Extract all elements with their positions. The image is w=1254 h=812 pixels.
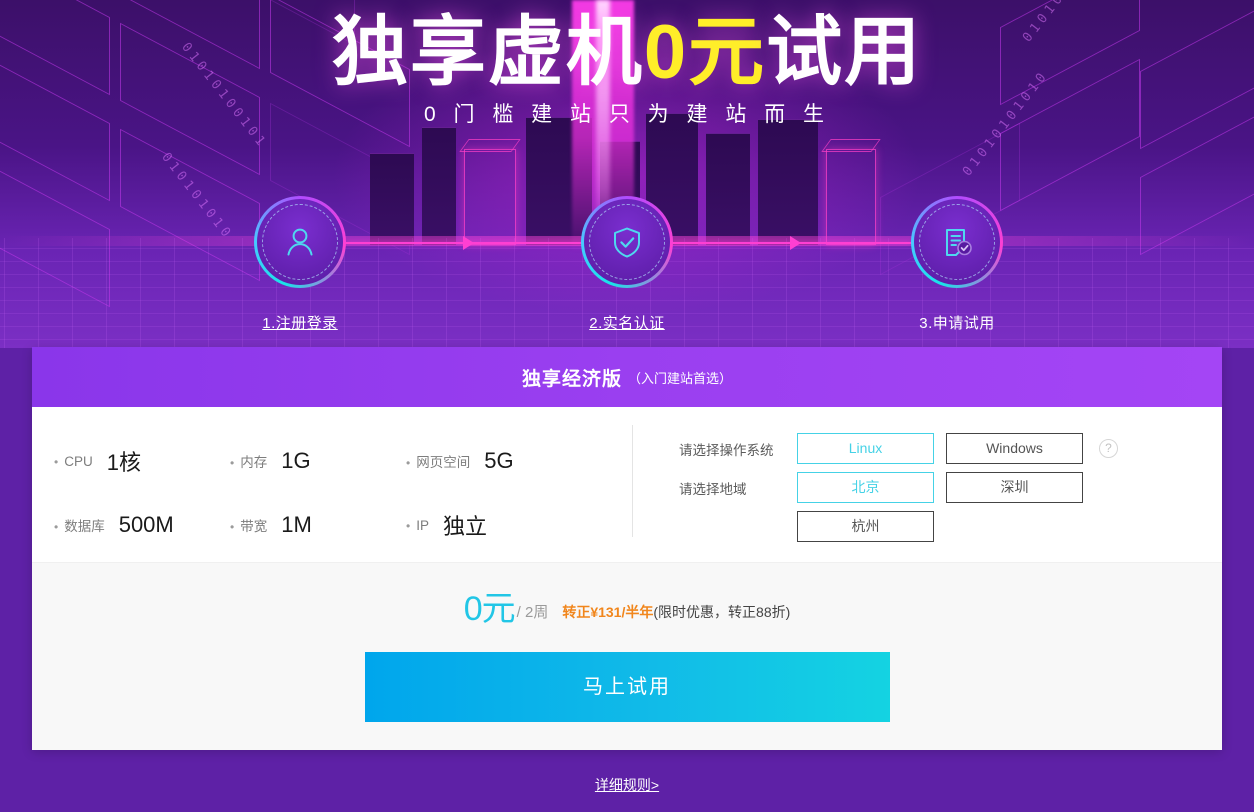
- trial-landing-page: 01010100101 010101010 0101001010 0101010…: [0, 0, 1254, 812]
- apply-trial-button[interactable]: 马上试用: [364, 652, 890, 722]
- spec-value: 1G: [281, 448, 311, 473]
- spec-item-webspace: 网页空间 5G: [406, 429, 582, 493]
- price-line: 0元/ 2周 转正¥131/半年(限时优惠，转正88折): [32, 581, 1222, 630]
- step-apply-trial[interactable]: 3.申请试用: [862, 196, 1052, 333]
- plan-name: 独享经济版: [521, 368, 622, 390]
- card-header: 独享经济版 （入门建站首选）: [32, 347, 1222, 407]
- spec-key: 网页空间: [406, 451, 470, 471]
- step-arrow-icon: [790, 236, 801, 250]
- spec-value: 独立: [442, 514, 487, 539]
- spec-value: 5G: [484, 448, 514, 473]
- spec-key: CPU: [54, 454, 93, 469]
- step-register-login[interactable]: 1.注册登录: [205, 196, 395, 333]
- price-amount: 0元: [463, 590, 516, 628]
- os-option-windows[interactable]: Windows: [946, 433, 1083, 464]
- step-real-name-auth[interactable]: 2.实名认证: [532, 196, 722, 333]
- spec-item-ip: IP 独立: [406, 493, 582, 557]
- spec-key: 数据库: [54, 515, 105, 535]
- user-icon: [287, 228, 313, 256]
- region-selector-label: 请选择地域: [679, 481, 747, 497]
- price-period: / 2周: [516, 604, 549, 621]
- region-selector-row: 请选择地域 北京 深圳: [679, 472, 1222, 503]
- document-check-icon: [946, 229, 972, 256]
- page-subtitle: 0 门 槛 建 站 只 为 建 站 而 生: [423, 103, 831, 126]
- step-ring: [581, 196, 673, 288]
- price-renew: 转正¥131/半年: [562, 604, 654, 620]
- spec-value: 1M: [281, 512, 312, 537]
- help-icon[interactable]: ?: [1099, 439, 1118, 458]
- spec-key: 内存: [230, 451, 267, 471]
- page-title-highlight: 0元: [643, 10, 767, 95]
- step-arrow-icon: [463, 236, 474, 250]
- hero-banner: 01010100101 010101010 0101001010 0101010…: [0, 0, 1254, 348]
- step-label[interactable]: 1.注册登录: [205, 312, 395, 333]
- spec-key: IP: [406, 518, 429, 533]
- detail-rules-link[interactable]: 详细规则>: [595, 777, 659, 793]
- product-card: 独享经济版 （入门建站首选） CPU 1核 内存 1G 网页空间 5G 数据库: [32, 347, 1222, 750]
- os-selector-row: 请选择操作系统 Linux Windows ?: [679, 433, 1222, 464]
- step-ring: [911, 196, 1003, 288]
- page-title-pre: 独享虚机: [331, 10, 644, 95]
- card-body: CPU 1核 内存 1G 网页空间 5G 数据库 500M 带宽 1M: [32, 407, 1222, 562]
- region-option-beijing[interactable]: 北京: [797, 472, 934, 503]
- options-panel: 请选择操作系统 Linux Windows ? 请选择地域 北京 深圳 杭州: [633, 407, 1222, 562]
- spec-value: 500M: [118, 512, 174, 537]
- spec-item-memory: 内存 1G: [230, 429, 406, 493]
- page-title: 独享虚机0元试用: [0, 10, 1254, 96]
- page-title-post: 试用: [766, 10, 923, 95]
- spec-item-database: 数据库 500M: [54, 493, 230, 557]
- spec-value: 1核: [106, 450, 141, 475]
- region-selector-row-2: 杭州: [797, 511, 1222, 542]
- spec-item-cpu: CPU 1核: [54, 429, 230, 493]
- region-option-hangzhou[interactable]: 杭州: [797, 511, 934, 542]
- plan-note: （入门建站首选）: [628, 370, 733, 386]
- card-footer: 0元/ 2周 转正¥131/半年(限时优惠，转正88折) 马上试用: [32, 562, 1222, 750]
- region-option-shenzhen[interactable]: 深圳: [946, 472, 1083, 503]
- price-note: (限时优惠，转正88折): [653, 604, 791, 620]
- steps-flow: 1.注册登录 2.实名认证 3.申请试用: [0, 196, 1254, 336]
- step-label: 3.申请试用: [919, 315, 995, 332]
- footer: 详细规则>: [0, 775, 1254, 795]
- spec-key: 带宽: [230, 515, 267, 535]
- spec-item-bandwidth: 带宽 1M: [230, 493, 406, 557]
- shield-check-icon: [614, 227, 640, 258]
- os-selector-label: 请选择操作系统: [679, 442, 774, 458]
- os-option-linux[interactable]: Linux: [797, 433, 934, 464]
- step-ring: [254, 196, 346, 288]
- spec-list: CPU 1核 内存 1G 网页空间 5G 数据库 500M 带宽 1M: [32, 407, 632, 562]
- step-label[interactable]: 2.实名认证: [532, 312, 722, 333]
